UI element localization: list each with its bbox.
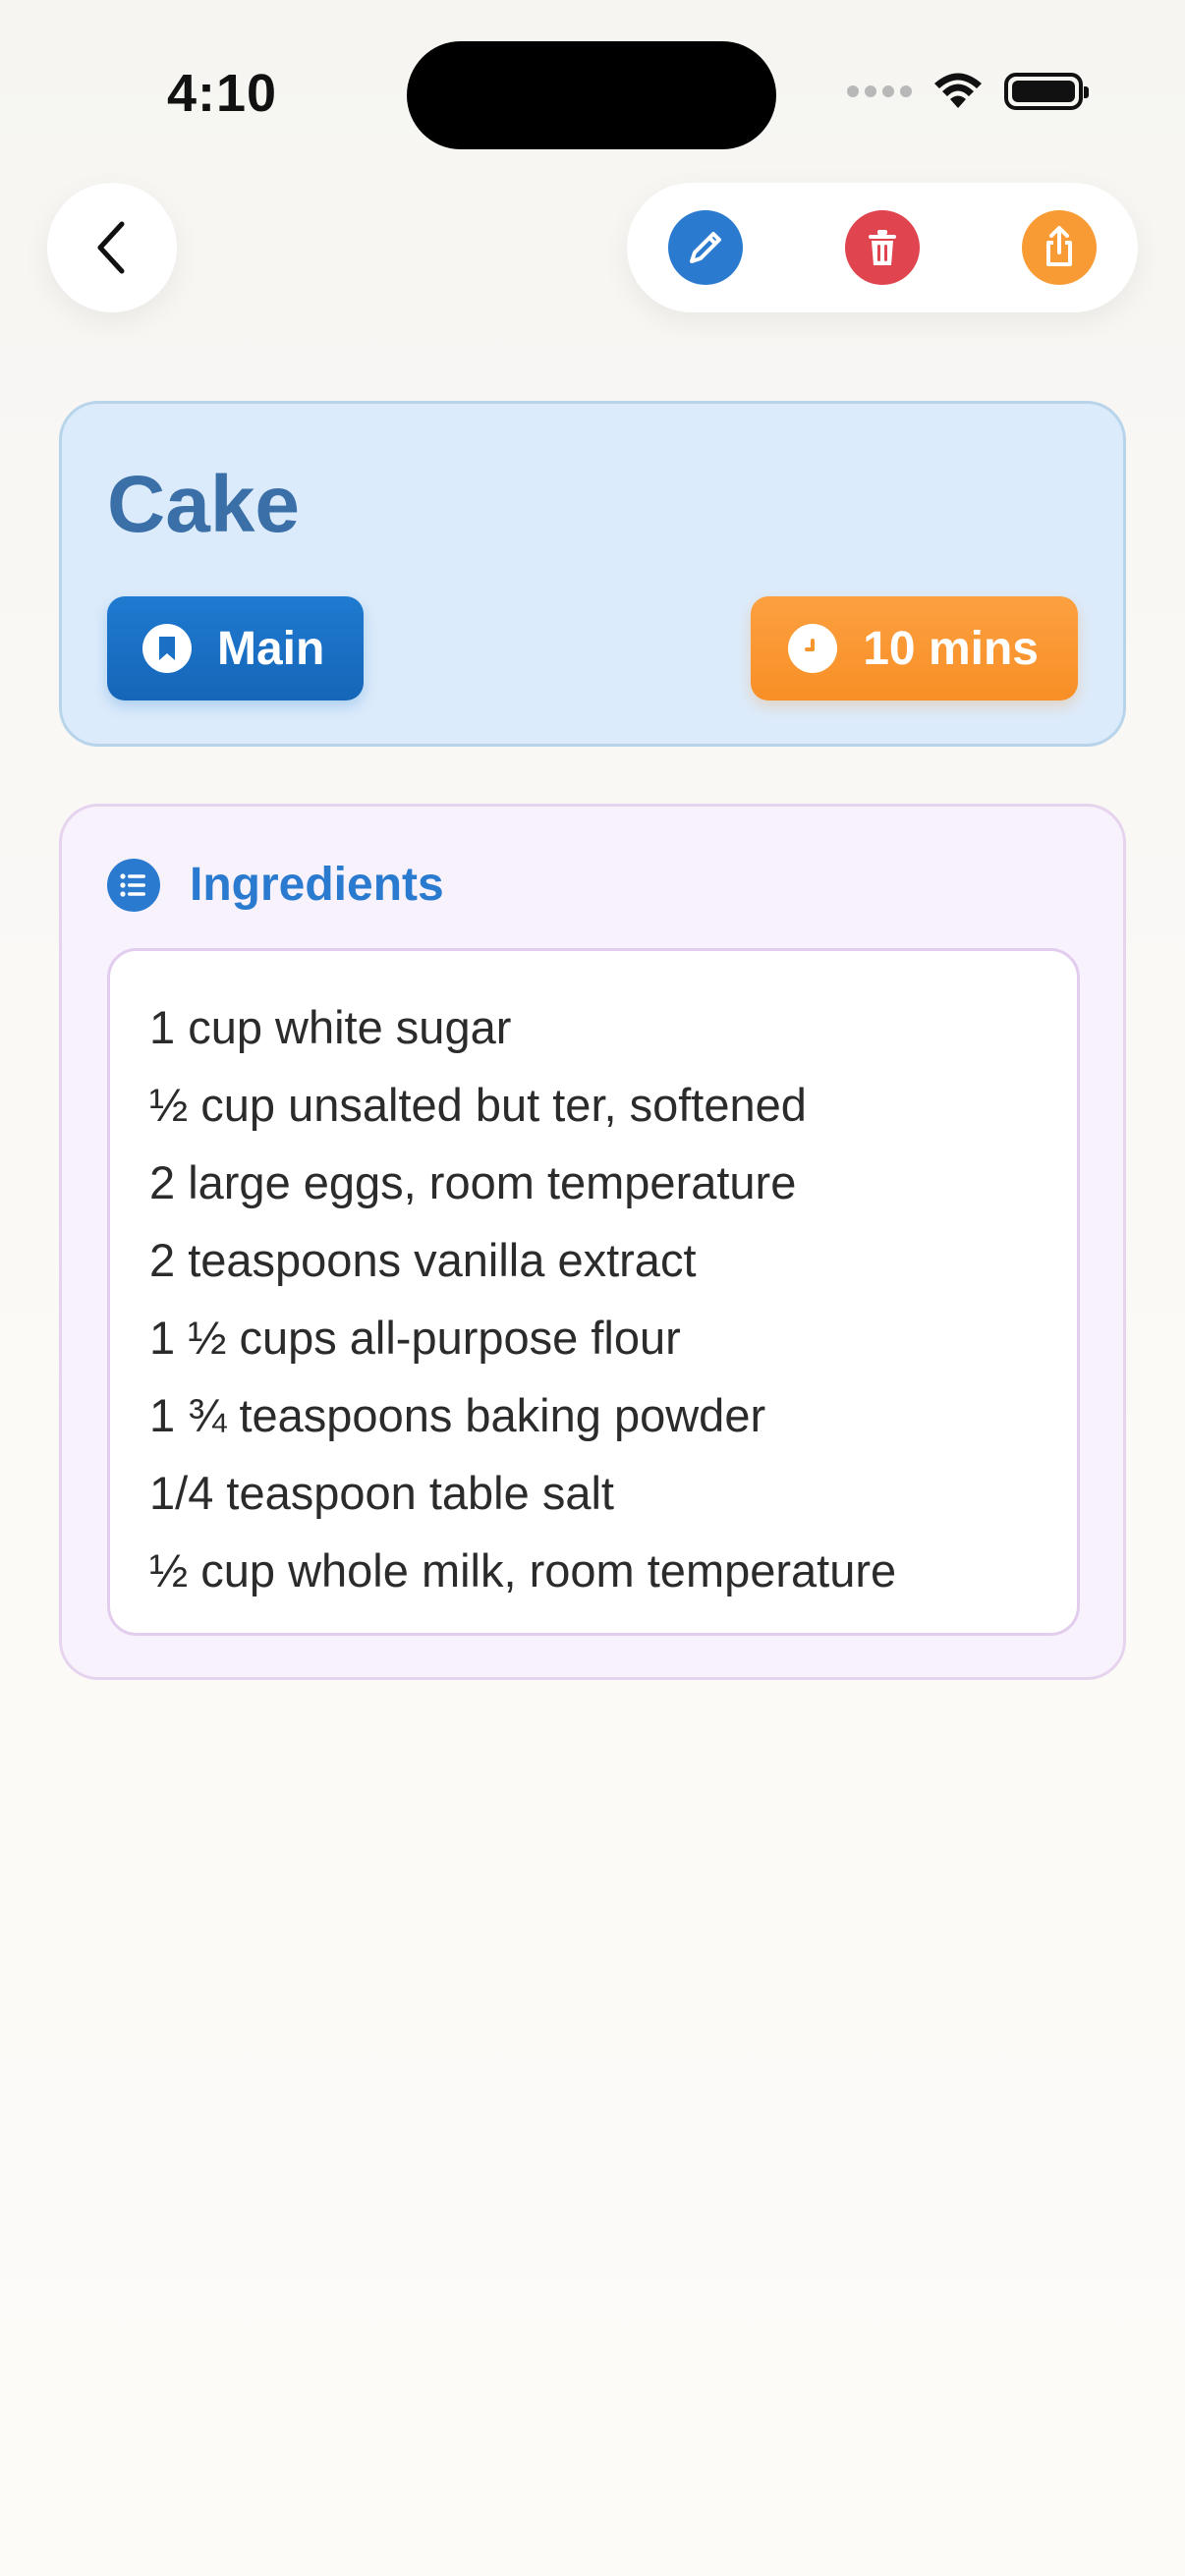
ingredients-card: Ingredients 1 cup white sugar ½ cup unsa… [59,804,1126,1680]
wifi-icon [934,73,982,108]
delete-button[interactable] [845,210,920,285]
ingredient-item: 2 teaspoons vanilla extract [149,1234,697,1286]
ingredient-item: 2 large eggs, room temperature [149,1156,797,1208]
ingredient-item: 1/4 teaspoon table salt [149,1467,614,1519]
category-badge: Main [107,596,365,700]
category-label: Main [217,622,325,675]
battery-icon [1004,73,1089,110]
share-button[interactable] [1022,210,1097,285]
ingredient-item: 1 ½ cups all-purpose flour [149,1312,681,1364]
back-button[interactable] [47,183,177,312]
list-icon [107,858,160,912]
ingredient-item: 1 cup white sugar [149,1001,512,1053]
ingredient-item: ½ cup whole milk, room temperature [149,1544,897,1596]
ingredients-list: 1 cup white sugar ½ cup unsalted but ter… [107,948,1080,1636]
ingredients-title: Ingredients [190,859,444,911]
dynamic-island [407,41,776,149]
status-time: 4:10 [167,64,278,123]
recipe-header-card: Cake Main 10 mins [59,401,1126,747]
pencil-icon [690,232,721,263]
time-label: 10 mins [863,622,1039,675]
ingredients-header: Ingredients [107,858,444,912]
ingredient-item: ½ cup unsalted but ter, softened [149,1079,807,1131]
edit-button[interactable] [668,210,743,285]
bookmark-icon [142,624,192,673]
clock-icon [788,624,838,673]
recipe-title: Cake [107,460,301,549]
action-toolbar [627,183,1138,312]
cellular-signal-icon [847,85,912,97]
chevron-left-icon [97,221,125,274]
status-indicators [847,73,1089,110]
recipe-detail-screen: 4:10 Cake Main 10 mins Ingredients 1 cup… [0,0,1185,2576]
trash-icon [869,230,896,265]
share-icon [1046,226,1072,266]
time-badge: 10 mins [751,596,1078,700]
ingredient-item: 1 ¾ teaspoons baking powder [149,1389,766,1441]
